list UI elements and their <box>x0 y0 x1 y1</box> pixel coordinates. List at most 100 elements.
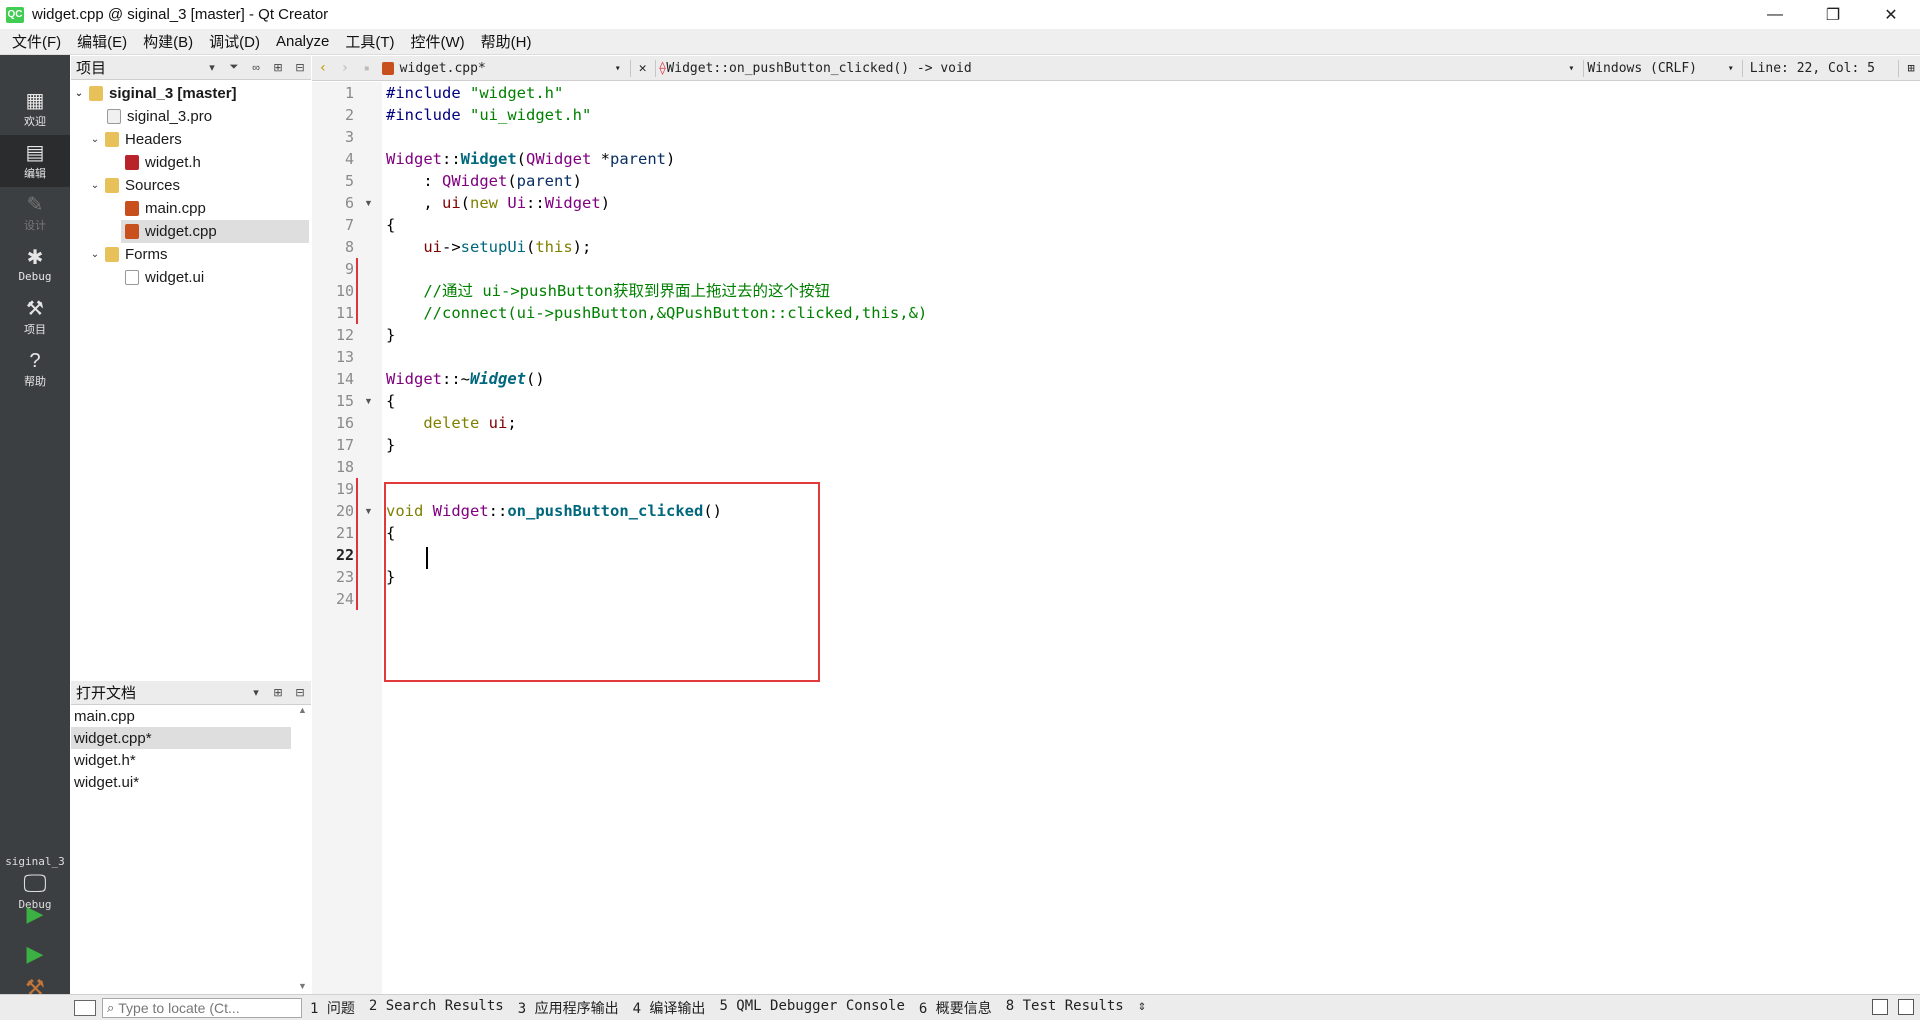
close-button[interactable]: ✕ <box>1862 0 1920 29</box>
mode-edit[interactable]: ▤ 编辑 <box>0 135 70 187</box>
open-docs-scrollbar[interactable]: ▲ ▼ <box>297 705 309 991</box>
tree-item-forms[interactable]: ⌄ Forms <box>89 243 309 266</box>
mode-projects[interactable]: ⚒ 项目 <box>0 291 70 343</box>
projects-view-select[interactable]: 项目 <box>76 57 201 78</box>
split-icon[interactable]: ⊞ <box>267 61 289 74</box>
line-number: 2 <box>344 106 354 124</box>
tree-item-widget-h[interactable]: widget.h <box>121 151 309 174</box>
line-ending-select[interactable]: Windows (CRLF) <box>1587 61 1722 76</box>
split-icon[interactable]: ⊞ <box>267 686 289 699</box>
mode-debug[interactable]: ✱ Debug <box>0 239 70 291</box>
debug-run-icon[interactable]: ▶ <box>0 941 70 967</box>
toggle-sidebar-icon[interactable] <box>74 999 96 1016</box>
chevron-down-icon[interactable]: ▾ <box>245 686 267 699</box>
open-doc-item[interactable]: widget.cpp* <box>71 727 291 749</box>
pane-general-messages[interactable]: 6 概要信息 <box>919 998 992 1018</box>
scroll-down-icon[interactable]: ▼ <box>298 981 307 991</box>
progress-details-icon[interactable] <box>1872 999 1888 1015</box>
document-select[interactable]: widget.cpp* <box>400 61 609 76</box>
tree-item-sources[interactable]: ⌄ Sources <box>89 174 309 197</box>
open-doc-item[interactable]: main.cpp <box>71 705 291 727</box>
back-icon[interactable]: ‹ <box>312 60 334 76</box>
pane-menu-icon[interactable]: ⇕ <box>1138 998 1146 1018</box>
line-number-gutter[interactable]: 1 2 3 4 5 6 7 8 9 10 11 12 13 14 15 16 1… <box>312 82 382 994</box>
filter-icon[interactable]: ⏷ <box>223 61 245 74</box>
chevron-down-icon[interactable]: ⌄ <box>89 134 101 145</box>
chevron-down-icon[interactable]: ⌄ <box>89 180 101 191</box>
menu-tools[interactable]: 工具(T) <box>337 31 402 52</box>
menu-edit[interactable]: 编辑(E) <box>69 31 135 52</box>
chevron-down-icon[interactable]: ▾ <box>1562 63 1580 74</box>
mode-selector: ▦ 欢迎 ▤ 编辑 ✎ 设计 ✱ Debug ⚒ 项目 ? 帮助 siginal… <box>0 55 70 1000</box>
pane-search-results[interactable]: 2 Search Results <box>369 998 504 1018</box>
pane-test-results[interactable]: 8 Test Results <box>1006 998 1124 1018</box>
line-number: 11 <box>335 304 354 322</box>
pane-app-output[interactable]: 3 应用程序输出 <box>518 998 619 1018</box>
toggle-right-sidebar-icon[interactable] <box>1898 999 1914 1015</box>
highlight-annotation-box <box>384 482 820 682</box>
forward-icon[interactable]: › <box>334 60 356 76</box>
change-marker <box>356 302 358 324</box>
line-number: 1 <box>344 84 354 102</box>
kit-project-name: siginal_3 <box>5 855 65 868</box>
edit-icon: ▤ <box>25 141 45 164</box>
fold-arrow-icon[interactable]: ▼ <box>364 390 373 412</box>
chevron-down-icon[interactable]: ▾ <box>1723 63 1739 74</box>
tree-item-widget-cpp[interactable]: widget.cpp <box>121 220 309 243</box>
menu-build[interactable]: 构建(B) <box>135 31 201 52</box>
minimize-button[interactable]: — <box>1746 0 1804 29</box>
code-line: { <box>386 392 396 410</box>
menu-file[interactable]: 文件(F) <box>4 31 69 52</box>
line-number: 12 <box>335 326 354 344</box>
editor-scrollbar[interactable] <box>1904 82 1920 994</box>
symbol-select[interactable]: Widget::on_pushButton_clicked() -> void <box>666 61 1562 76</box>
separator <box>1583 59 1585 77</box>
tree-item-project[interactable]: ⌄ siginal_3 [master] <box>73 82 309 105</box>
locator-placeholder: Type to locate (Ct... <box>118 999 240 1016</box>
pane-issues[interactable]: 1 问题 <box>310 998 355 1018</box>
line-number: 6 <box>344 194 354 212</box>
tree-item-main-cpp[interactable]: main.cpp <box>121 197 309 220</box>
close-document-icon[interactable]: ✕ <box>634 61 652 76</box>
menu-help[interactable]: 帮助(H) <box>473 31 540 52</box>
chevron-down-icon[interactable]: ⌄ <box>89 249 101 260</box>
menu-analyze[interactable]: Analyze <box>268 33 337 50</box>
open-doc-item[interactable]: widget.h* <box>71 749 291 771</box>
pane-compile-output[interactable]: 4 编译输出 <box>633 998 706 1018</box>
line-number: 10 <box>335 282 354 300</box>
menu-controls[interactable]: 控件(W) <box>403 31 473 52</box>
chevron-down-icon[interactable]: ▾ <box>201 61 223 74</box>
fold-arrow-icon[interactable]: ▼ <box>364 500 373 522</box>
split-icon[interactable]: ⊞ <box>1902 61 1920 75</box>
cursor-position[interactable]: Line: 22, Col: 5 <box>1746 61 1895 76</box>
line-number: 13 <box>335 348 354 366</box>
code-line: } <box>386 326 396 344</box>
close-pane-icon[interactable]: ⊟ <box>289 686 311 699</box>
tree-item-headers[interactable]: ⌄ Headers <box>89 128 309 151</box>
code-line: //connect(ui->pushButton,&QPushButton::c… <box>423 304 928 322</box>
fold-arrow-icon[interactable]: ▼ <box>364 192 373 214</box>
locator-input[interactable]: ⌕ Type to locate (Ct... <box>102 997 302 1018</box>
open-doc-item[interactable]: widget.ui* <box>71 771 291 793</box>
close-pane-icon[interactable]: ⊟ <box>289 61 311 74</box>
mode-design[interactable]: ✎ 设计 <box>0 187 70 239</box>
chevron-down-icon[interactable]: ▾ <box>609 63 627 74</box>
chevron-down-icon[interactable]: ⌄ <box>73 88 85 99</box>
tree-item-pro-file[interactable]: siginal_3.pro <box>103 105 309 128</box>
link-icon[interactable]: ∞ <box>245 62 267 74</box>
menu-debug[interactable]: 调试(D) <box>201 31 268 52</box>
run-icon[interactable]: ▶ <box>0 901 70 927</box>
folder-icon <box>89 86 103 101</box>
grid-icon: ▦ <box>25 89 45 112</box>
open-docs-title[interactable]: 打开文档 <box>76 682 245 703</box>
separator <box>654 59 656 77</box>
code-line: #include "ui_widget.h" <box>386 106 592 124</box>
code-line: delete ui; <box>423 414 517 432</box>
maximize-button[interactable]: ❐ <box>1804 0 1862 29</box>
tree-item-widget-ui[interactable]: widget.ui <box>121 266 309 289</box>
mode-help[interactable]: ? 帮助 <box>0 343 70 395</box>
scroll-up-icon[interactable]: ▲ <box>298 705 307 715</box>
mode-welcome[interactable]: ▦ 欢迎 <box>0 83 70 135</box>
pane-qml-debugger[interactable]: 5 QML Debugger Console <box>719 998 904 1018</box>
monitor-icon: 🖵 <box>23 870 47 897</box>
